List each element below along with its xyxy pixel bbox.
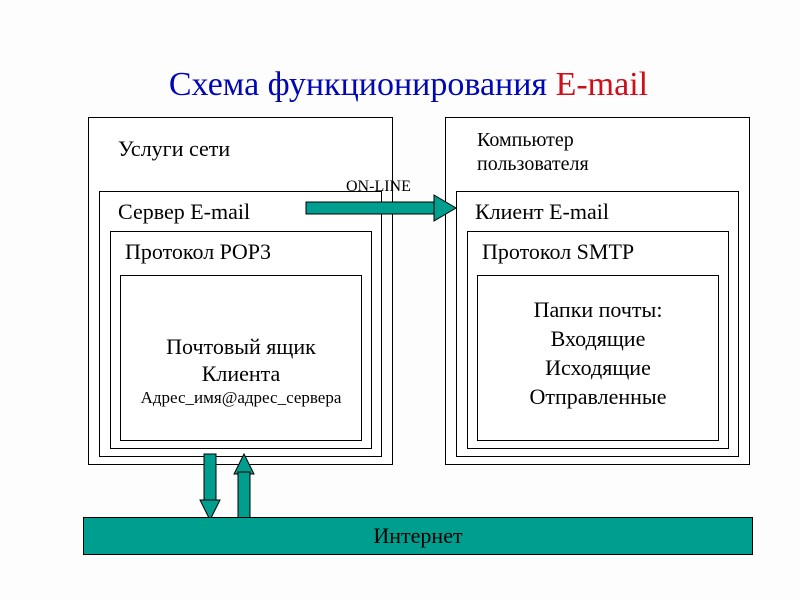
mailbox-line2: Клиента	[120, 361, 362, 387]
mailbox-line1: Почтовый ящик	[120, 334, 362, 360]
left-protocol-label: Протокол POP3	[125, 239, 271, 265]
left-outer-label: Услуги сети	[118, 136, 230, 162]
mailbox-address: Адрес_имя@адрес_сервера	[120, 388, 362, 408]
internet-bar: Интернет	[83, 517, 753, 555]
right-outer-line2: пользователя	[477, 152, 589, 176]
right-outer-line1: Компьютер	[477, 128, 574, 152]
left-server-label: Сервер E-mail	[118, 199, 250, 225]
diagram-title: Схема функционирования E-mail	[0, 28, 800, 104]
folder-sent: Отправленные	[477, 384, 719, 410]
arrow-down-icon	[200, 454, 220, 520]
internet-label: Интернет	[373, 523, 462, 548]
folders-title: Папки почты:	[477, 297, 719, 323]
title-part1: Схема функционирования	[169, 66, 556, 103]
folder-in: Входящие	[477, 326, 719, 352]
right-client-label: Клиент E-mail	[475, 199, 609, 225]
online-label: ON-LINE	[346, 177, 411, 196]
arrow-online-icon	[306, 193, 456, 223]
folder-out: Исходящие	[477, 355, 719, 381]
right-protocol-label: Протокол SMTP	[482, 239, 634, 265]
title-part2: E-mail	[556, 66, 649, 103]
arrow-up-icon	[234, 454, 254, 520]
